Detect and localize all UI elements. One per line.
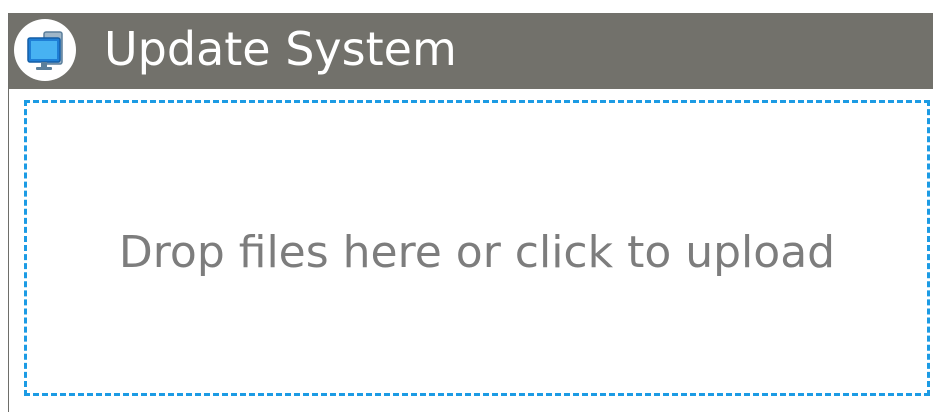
panel-titlebar: Update System bbox=[9, 13, 933, 89]
dropzone-message: Drop files here or click to upload bbox=[118, 227, 836, 278]
file-dropzone[interactable]: Drop files here or click to upload bbox=[24, 100, 930, 396]
monitor-icon bbox=[14, 19, 76, 81]
update-system-panel: Update System Drop files here or click t… bbox=[8, 13, 933, 412]
page-title: Update System bbox=[104, 22, 457, 76]
